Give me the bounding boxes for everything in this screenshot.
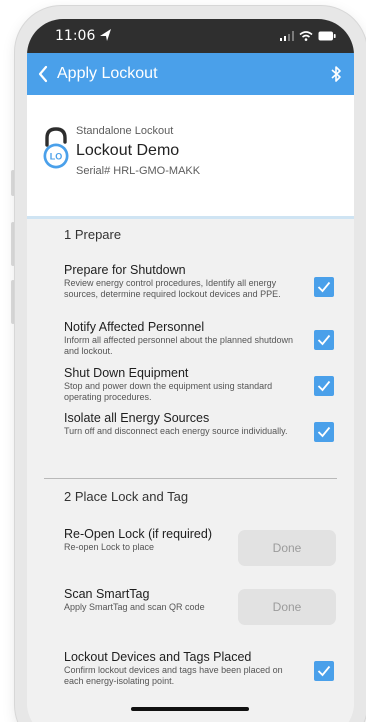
step-reopen-lock: Re-Open Lock (if required) Re-open Lock … [64,527,224,553]
device-name: Lockout Demo [76,142,180,159]
step-checkbox-shut-down-equipment[interactable] [314,376,334,396]
step-description: Turn off and disconnect each energy sour… [64,426,288,436]
checkmark-icon [317,426,331,438]
lock-logo-icon: LO [43,127,69,169]
step-title: Scan SmartTag [64,587,150,601]
device-type: Standalone Lockout [76,125,174,137]
bluetooth-icon[interactable] [330,65,342,83]
lock-logo-text: LO [50,152,63,162]
step-title: Notify Affected Personnel [64,320,205,334]
step-isolate-energy: Isolate all Energy Sources Turn off and … [64,411,300,437]
step-prepare-shutdown: Prepare for Shutdown Review energy contr… [64,263,300,299]
step-shut-down-equipment: Shut Down Equipment Stop and power down … [64,366,300,402]
done-button-scan-smarttag[interactable]: Done [238,589,336,625]
step-checkbox-isolate-energy[interactable] [314,422,334,442]
step-notify-personnel: Notify Affected Personnel Inform all aff… [64,320,300,356]
status-time: 11:06 [55,28,96,44]
app-header: Apply Lockout [27,53,354,95]
device-serial: Serial# HRL-GMO-MAKK [76,165,201,177]
step-scan-smarttag: Scan SmartTag Apply SmartTag and scan QR… [64,587,224,613]
section-divider [44,478,337,479]
step-checkbox-devices-tags-placed[interactable] [314,661,334,681]
location-arrow-icon [100,29,111,41]
device-card: LO Standalone Lockout Lockout Demo Seria… [27,95,354,219]
step-title: Shut Down Equipment [64,366,189,380]
checkmark-icon [317,334,331,346]
status-icons [280,29,336,43]
section-title-prepare: 1 Prepare [64,227,122,242]
done-button-reopen-lock[interactable]: Done [238,530,336,566]
phone-screen: 11:06 Apply Lockout LO Standalone Lockou… [27,19,354,722]
chevron-left-icon [38,65,48,83]
checkmark-icon [317,281,331,293]
section-title-place-lock: 2 Place Lock and Tag [64,489,189,504]
step-checkbox-prepare-shutdown[interactable] [314,277,334,297]
checkmark-icon [317,665,331,677]
step-title: Prepare for Shutdown [64,263,186,277]
wifi-icon [299,31,313,41]
status-bar: 11:06 [27,19,354,53]
signal-icon [280,31,294,41]
step-title: Re-Open Lock (if required) [64,527,212,541]
home-indicator[interactable] [131,707,249,711]
step-description: Apply SmartTag and scan QR code [64,602,205,612]
step-description: Re-open Lock to place [64,542,155,552]
battery-icon [318,31,336,41]
step-checkbox-notify-personnel[interactable] [314,330,334,350]
back-button[interactable]: Apply Lockout [37,59,158,89]
step-description: Confirm lockout devices and tags have be… [64,665,283,686]
checkmark-icon [317,380,331,392]
checklist-content: 1 Prepare Prepare for Shutdown Review en… [27,219,354,722]
step-description: Stop and power down the equipment using … [64,381,273,402]
step-description: Review energy control procedures, Identi… [64,278,281,299]
page-title: Apply Lockout [57,65,158,82]
step-description: Inform all affected personnel about the … [64,335,293,356]
step-devices-tags-placed: Lockout Devices and Tags Placed Confirm … [64,650,300,686]
screenshot-stage: 11:06 Apply Lockout LO Standalone Lockou… [0,0,366,722]
step-title: Isolate all Energy Sources [64,411,210,425]
step-title: Lockout Devices and Tags Placed [64,650,252,664]
